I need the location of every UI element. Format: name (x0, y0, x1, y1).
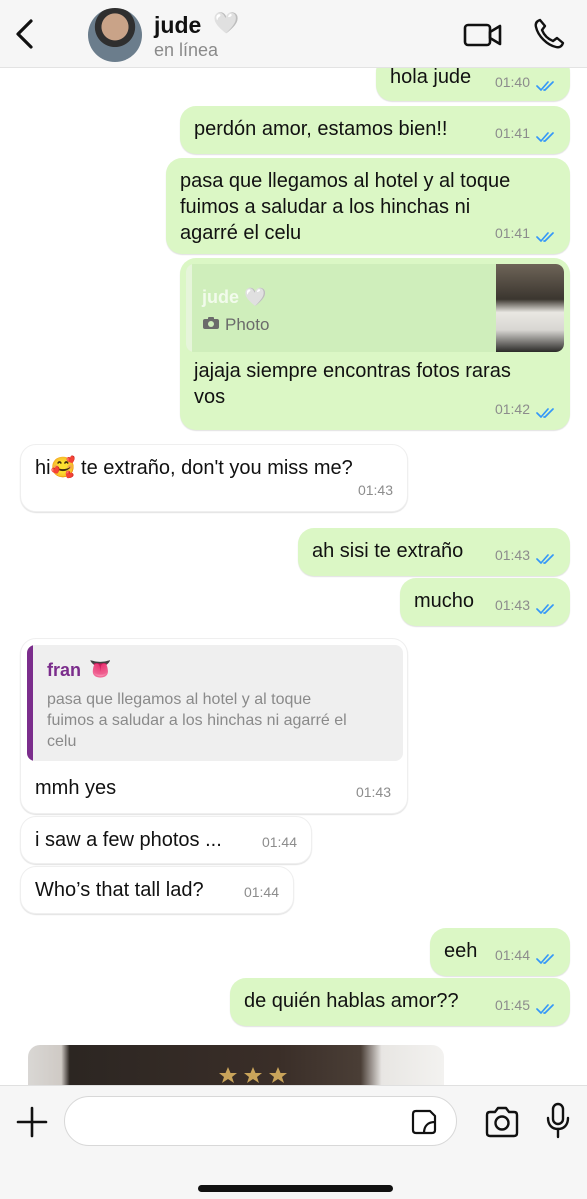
message-composer (0, 1085, 587, 1199)
quote-bar (186, 264, 192, 352)
message-line: jajaja siempre encontras fotos raras (194, 360, 511, 382)
chat-message-list[interactable]: hola jude 01:40 perdón amor, estamos bie… (0, 68, 587, 1085)
quote-type-label: Photo (225, 315, 270, 334)
camera-icon (203, 317, 219, 329)
quote-line: celu (47, 733, 77, 750)
quote-author: fran (47, 660, 82, 680)
message-line: pasa que llegamos al hotel y al toque (180, 170, 511, 192)
message-text: perdón amor, estamos bien!! (194, 118, 448, 140)
outgoing-message[interactable]: mucho 01:43 (400, 578, 570, 626)
read-ticks-icon (536, 408, 554, 418)
incoming-message[interactable]: hi🥰 te extraño, don't you miss me? 01:43 (20, 444, 408, 512)
message-time: 01:43 (494, 547, 530, 563)
message-time: 01:43 (357, 482, 393, 498)
outgoing-message[interactable]: ah sisi te extraño 01:43 (298, 528, 570, 576)
read-ticks-icon (536, 232, 554, 242)
message-text: eeh (444, 940, 478, 962)
outgoing-message[interactable]: pasa que llegamos al hotel y al toque fu… (166, 158, 570, 254)
message-time: 01:43 (355, 784, 391, 800)
message-text-start: hi (35, 457, 51, 479)
quote-bar (27, 645, 33, 761)
phone-icon[interactable] (532, 17, 566, 51)
message-text-end: te extraño, don't you miss me? (75, 457, 353, 479)
outgoing-message[interactable]: perdón amor, estamos bien!! 01:41 (180, 106, 570, 154)
contact-name-emoji: 🤍 (213, 12, 240, 35)
outgoing-message[interactable]: hola jude 01:40 (376, 68, 570, 101)
contact-name[interactable]: jude (154, 12, 201, 39)
chat-header: jude 🤍 en línea (0, 0, 587, 68)
home-indicator[interactable] (198, 1185, 393, 1192)
read-ticks-icon (536, 554, 554, 564)
incoming-reply-message[interactable]: fran 👅 pasa que llegamos al hotel y al t… (20, 638, 408, 814)
message-line: fuimos a saludar a los hinchas ni (180, 196, 471, 218)
tongue-emoji: 👅 (89, 659, 112, 679)
avatar[interactable] (88, 8, 142, 62)
message-time: 01:43 (494, 597, 530, 613)
message-text: i saw a few photos ... (35, 829, 222, 851)
incoming-message[interactable]: Who’s that tall lad? 01:44 (20, 866, 294, 914)
message-time: 01:41 (494, 225, 530, 241)
chevron-left-icon[interactable] (10, 16, 40, 52)
video-camera-icon[interactable] (463, 18, 503, 52)
message-line: vos (194, 386, 226, 408)
read-ticks-icon (536, 954, 554, 964)
message-time: 01:40 (494, 74, 530, 90)
quoted-message[interactable]: fran 👅 pasa que llegamos al hotel y al t… (27, 645, 403, 761)
message-input[interactable] (64, 1096, 457, 1146)
sticker-icon[interactable] (410, 1108, 438, 1136)
plus-icon[interactable] (14, 1104, 50, 1140)
message-text: ah sisi te extraño (312, 540, 464, 562)
incoming-photo-message[interactable] (28, 1045, 444, 1085)
message-time: 01:44 (243, 884, 279, 900)
outgoing-message[interactable]: de quién hablas amor?? 01:45 (230, 978, 570, 1026)
contact-status: en línea (154, 40, 219, 60)
read-ticks-icon (536, 604, 554, 614)
quoted-photo-thumbnail (496, 264, 564, 352)
quote-line: fuimos a saludar a los hinchas ni agarré… (47, 712, 347, 729)
message-time: 01:41 (494, 125, 530, 141)
quoted-photo-message[interactable]: jude 🤍 Photo (186, 264, 564, 352)
message-time: 01:44 (494, 947, 530, 963)
incoming-message[interactable]: i saw a few photos ... 01:44 (20, 816, 312, 864)
message-text: hola jude (390, 68, 472, 88)
message-time: 01:42 (494, 401, 530, 417)
camera-icon[interactable] (484, 1106, 520, 1138)
microphone-icon[interactable] (545, 1102, 571, 1140)
message-time: 01:45 (494, 997, 530, 1013)
quote-line: pasa que llegamos al hotel y al toque (47, 691, 312, 708)
message-text: mucho (414, 590, 475, 612)
quote-author: jude 🤍 (202, 287, 267, 307)
message-text: de quién hablas amor?? (244, 990, 459, 1012)
outgoing-message[interactable]: eeh 01:44 (430, 928, 570, 976)
read-ticks-icon (536, 81, 554, 91)
read-ticks-icon (536, 1004, 554, 1014)
message-time: 01:44 (261, 834, 297, 850)
message-text: Who’s that tall lad? (35, 879, 204, 901)
outgoing-reply-message[interactable]: jude 🤍 Photo jajaja siempre encontras fo… (180, 258, 570, 430)
read-ticks-icon (536, 132, 554, 142)
photo-stars-decoration (219, 1067, 287, 1083)
message-text: mmh yes (35, 777, 117, 799)
smiling-face-with-hearts-emoji: 🥰 (50, 457, 76, 479)
